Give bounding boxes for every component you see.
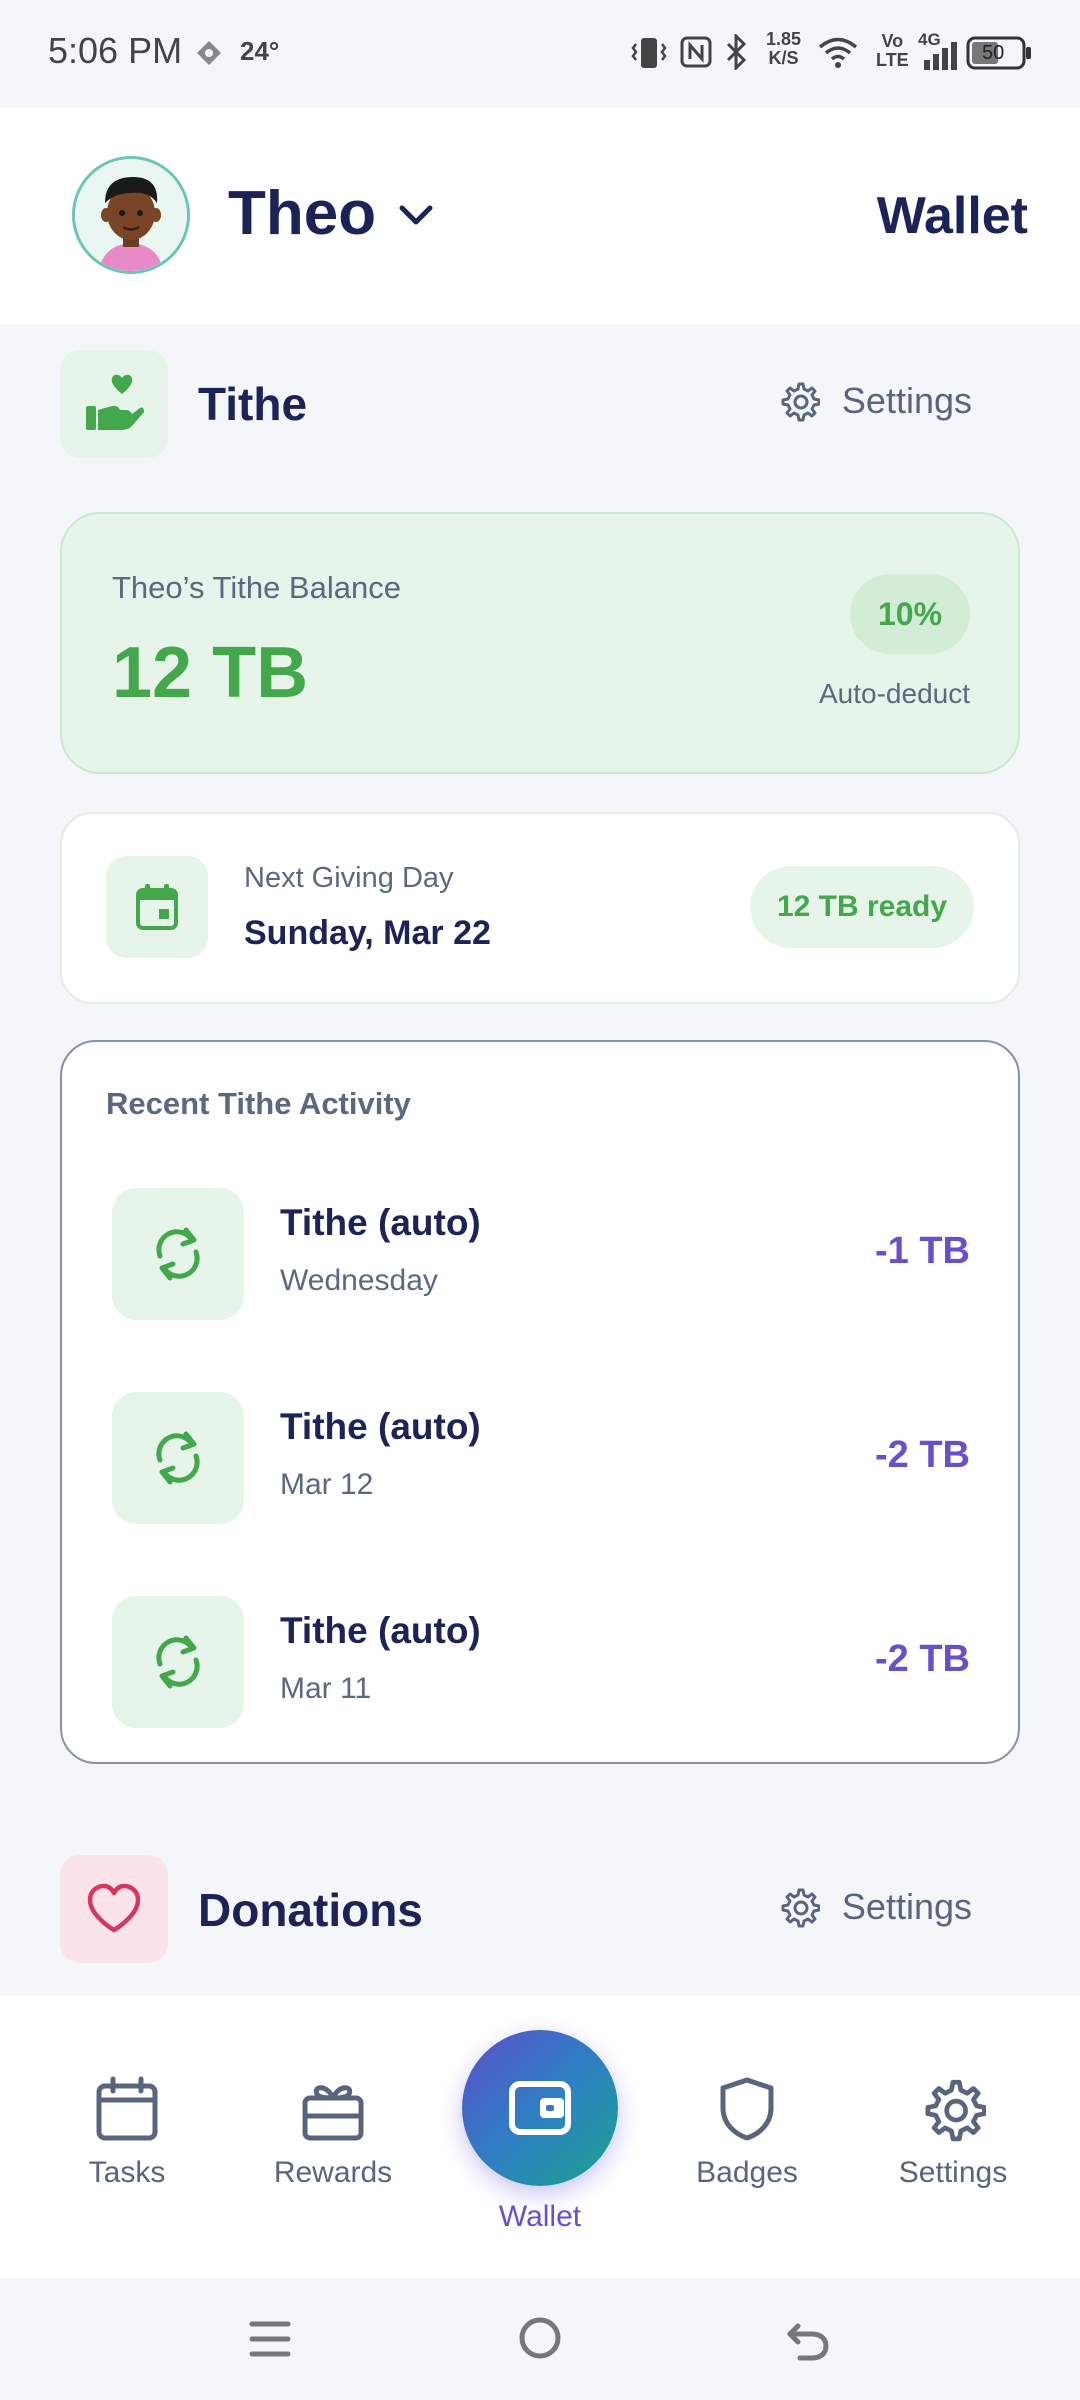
nav-tasks-label: Tasks [88,2156,166,2189]
activity-title: Tithe (auto) [280,1202,481,1243]
refresh-icon [112,1596,244,1728]
nfc-icon [680,36,712,73]
gear-icon [781,382,820,422]
tithe-settings-button[interactable]: Settings [778,380,972,422]
network-speed: 1.85 K/S [766,29,802,68]
balance-value: 12 TB [112,633,309,713]
tithe-balance-card: Theo’s Tithe Balance 12 TB 10% Auto-dedu… [60,512,1020,774]
status-bar: 5:06 PM 24° 1.85 K/S Vo LTE 4G 50 [0,0,1080,108]
refresh-icon [112,1392,244,1524]
battery-level: 50 [982,42,1005,64]
activity-title: Tithe (auto) [280,1406,481,1447]
page-title: Wallet [876,187,1028,245]
activity-row[interactable]: Tithe (auto) Mar 12 -2 TB [62,1392,1018,1532]
nav-settings-label: Settings [898,2156,1008,2189]
avatar[interactable] [72,156,190,274]
nav-tasks[interactable]: Tasks [42,2076,212,2226]
auto-deduct-percent[interactable]: 10% [850,574,970,654]
calendar-icon [96,2076,158,2141]
donations-settings-button[interactable]: Settings [778,1886,972,1928]
activity-amount: -1 TB [875,1230,970,1272]
activity-amount: -2 TB [875,1638,970,1680]
bluetooth-icon [724,32,750,75]
location-icon [196,40,222,71]
nav-rewards[interactable]: Rewards [248,2076,418,2226]
menu-icon[interactable] [248,2318,292,2365]
app-header: Theo Wallet [0,108,1080,324]
vibrate-icon [630,36,668,75]
status-time: 5:06 PM [48,30,183,71]
donations-settings-label: Settings [841,1886,972,1927]
calendar-icon [106,856,208,958]
signal-icon [922,40,962,75]
activity-row[interactable]: Tithe (auto) Mar 11 -2 TB [62,1596,1018,1736]
shield-icon [720,2077,774,2141]
heart-icon [87,1884,141,1933]
volte-indicator: Vo LTE [876,31,909,70]
next-giving-label: Next Giving Day [244,862,454,894]
activity-amount: -2 TB [875,1434,970,1476]
hand-heart-icon [86,374,144,430]
balance-label: Theo’s Tithe Balance [112,570,401,605]
gear-icon [781,1888,820,1928]
activity-date: Mar 11 [280,1672,372,1705]
auto-deduct-label: Auto-deduct [819,678,970,709]
tithe-section-title: Tithe [198,378,308,430]
refresh-icon [112,1188,244,1320]
ready-badge: 12 TB ready [750,866,974,948]
activity-date: Wednesday [280,1264,438,1297]
activity-title: Tithe (auto) [280,1610,481,1651]
battery-icon: 50 [966,36,1032,70]
nav-badges[interactable]: Badges [662,2076,832,2226]
tithe-section-icon [60,350,168,458]
nav-badges-label: Badges [696,2156,798,2189]
next-giving-date: Sunday, Mar 22 [244,914,491,952]
activity-heading: Recent Tithe Activity [106,1086,411,1121]
activity-date: Mar 12 [280,1468,374,1501]
nav-rewards-label: Rewards [273,2156,393,2189]
child-name[interactable]: Theo [228,178,376,249]
chevron-down-icon[interactable] [396,200,436,235]
wallet-icon [509,2081,571,2135]
donations-section-title: Donations [198,1884,423,1936]
back-icon[interactable] [786,2316,830,2367]
gift-icon [302,2085,364,2141]
home-icon[interactable] [518,2316,562,2365]
bottom-nav: Tasks Rewards Wallet Badges Settings [0,1996,1080,2278]
nav-wallet-label: Wallet [498,2200,582,2233]
donations-section-icon [60,1855,168,1963]
wifi-icon [818,36,858,73]
recent-tithe-activity-card: Recent Tithe Activity Tithe (auto) Wedne… [60,1040,1020,1764]
next-giving-day-card: Next Giving Day Sunday, Mar 22 12 TB rea… [60,812,1020,1004]
nav-wallet-button[interactable] [462,2030,618,2186]
activity-row[interactable]: Tithe (auto) Wednesday -1 TB [62,1188,1018,1328]
gear-icon [925,2079,986,2142]
nav-settings[interactable]: Settings [868,2076,1038,2226]
system-nav-bar [0,2278,1080,2400]
status-temperature: 24° [240,36,280,66]
tithe-settings-label: Settings [841,380,972,421]
